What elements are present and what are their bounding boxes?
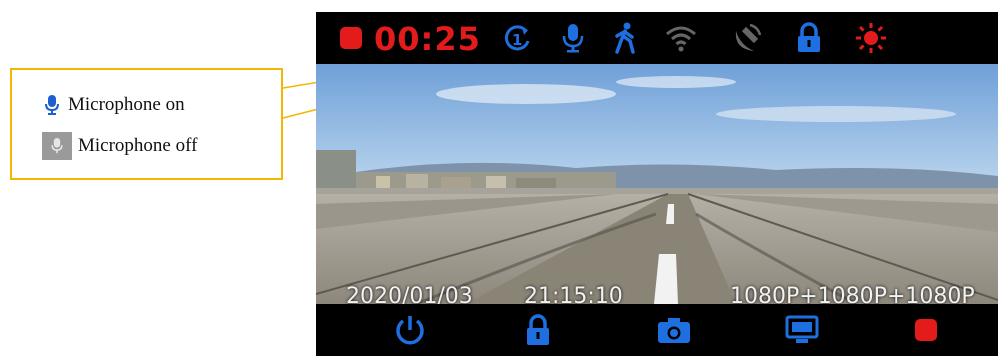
motion-detection-icon[interactable] [608, 21, 642, 55]
record-dot-icon [340, 27, 362, 49]
runway-scene [316, 64, 998, 304]
screen-icon[interactable] [784, 313, 820, 347]
legend-mic-off: Microphone off [42, 132, 197, 160]
record-stop-icon[interactable] [908, 313, 944, 347]
camera-icon[interactable] [656, 313, 692, 347]
dashcam-screen: 00:25 1 2020/01/03 21:15:10 1080P+1080P+… [316, 12, 998, 356]
microphone-icon[interactable] [556, 21, 590, 55]
lock-button-icon[interactable] [520, 313, 556, 347]
legend-callout: Microphone on Microphone off [10, 68, 283, 180]
recording-timer: 00:25 [374, 20, 481, 58]
status-bar: 00:25 1 [316, 12, 998, 64]
microphone-off-icon [42, 132, 72, 160]
mic-off-label: Microphone off [78, 135, 198, 156]
svg-text:1: 1 [512, 31, 522, 49]
microphone-on-icon [45, 95, 59, 115]
loop-recording-icon: 1 [504, 25, 530, 51]
video-preview [316, 64, 998, 304]
power-icon[interactable] [392, 313, 428, 347]
wifi-icon[interactable] [664, 21, 698, 55]
control-bar [316, 304, 998, 356]
gps-icon [735, 23, 762, 51]
mic-on-label: Microphone on [68, 94, 185, 115]
legend-mic-on: Microphone on [42, 94, 185, 116]
brightness-icon[interactable] [854, 21, 888, 55]
lock-icon[interactable] [792, 21, 826, 55]
